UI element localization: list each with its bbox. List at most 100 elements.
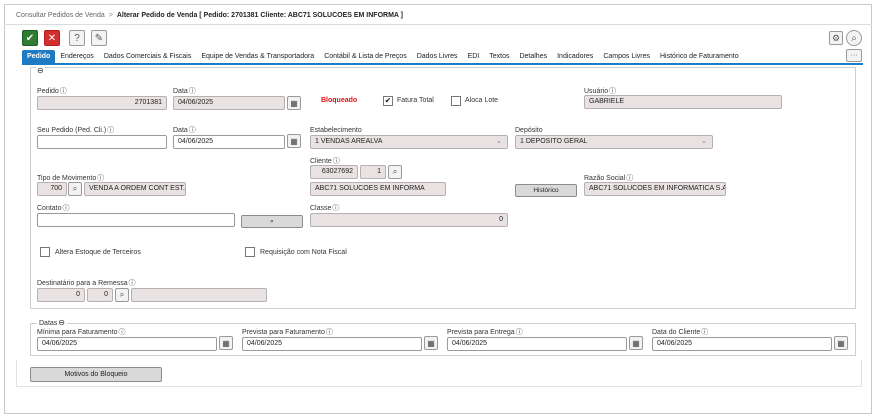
footer-panel [16, 360, 862, 387]
data-label: Dataⓘ [173, 88, 196, 95]
destinatario-desc-field[interactable] [131, 288, 267, 302]
requisicao-nf-label: Requisição com Nota Fiscal [260, 249, 347, 256]
wrench-icon: ✎ [94, 32, 104, 44]
calendar-icon: ▦ [427, 338, 435, 348]
calendar-button[interactable]: ▦ [424, 336, 438, 350]
confirm-button[interactable]: ✔ [22, 30, 38, 46]
calendar-icon: ▦ [632, 338, 640, 348]
tipo-movimento-search-button[interactable]: ⌕ [68, 182, 82, 196]
tab-textos[interactable]: Textos [484, 50, 514, 63]
check-icon: ✔ [25, 32, 35, 44]
data-field[interactable]: 04/06/2025 [173, 96, 285, 110]
help-button[interactable]: ? [69, 30, 85, 46]
header-divider [4, 24, 872, 25]
aloca-lote-label: Aloca Lote [465, 97, 499, 104]
info-icon: ⓘ [107, 127, 115, 134]
data-minima-field[interactable]: 04/06/2025 [37, 337, 217, 351]
tab-edi[interactable]: EDI [463, 50, 485, 63]
tab-pedido[interactable]: Pedido [22, 50, 56, 63]
contato-search-button[interactable]: ⌕ [241, 215, 303, 228]
calendar-button[interactable]: ▦ [287, 134, 301, 148]
info-icon: ⓘ [332, 158, 340, 165]
tab-dados-comerciais[interactable]: Dados Comerciais & Fiscais [99, 50, 197, 63]
settings-button[interactable]: ⚙ [829, 31, 843, 45]
search-icon: ⌕ [851, 32, 857, 44]
breadcrumb-parent[interactable]: Consultar Pedidos de Venda [16, 12, 105, 19]
search-icon: ⌕ [270, 218, 274, 225]
destinatario-code1-field[interactable]: 0 [37, 288, 85, 302]
info-icon: ⓘ [515, 329, 523, 336]
destinatario-code2-field[interactable]: 0 [87, 288, 113, 302]
deposito-select[interactable]: 1 DEPOSITO GERAL ⌄ [515, 135, 713, 149]
info-icon: ⓘ [701, 329, 709, 336]
minus-circle-icon: ⊖ [58, 318, 65, 327]
search-icon: ⌕ [119, 290, 125, 299]
tab-indicadores[interactable]: Indicadores [552, 50, 598, 63]
more-options-button[interactable]: ··· [846, 49, 862, 62]
classe-field[interactable]: 0 [310, 213, 508, 227]
breadcrumb-separator: > [108, 12, 113, 19]
cliente-name-field[interactable]: ABC71 SOLUCOES EM INFORMA [310, 182, 446, 196]
info-icon: ⓘ [626, 175, 634, 182]
data-cliente-field[interactable]: 04/06/2025 [652, 337, 832, 351]
seu-pedido-field[interactable] [37, 135, 167, 149]
info-icon: ⓘ [188, 88, 196, 95]
data-field[interactable]: 04/06/2025 [173, 135, 285, 149]
blocked-status: Bloqueado [321, 97, 358, 104]
info-icon: ⓘ [325, 329, 333, 336]
search-button[interactable]: ⌕ [846, 30, 862, 46]
info-icon: ⓘ [188, 127, 196, 134]
cancel-button[interactable]: ✕ [44, 30, 60, 46]
fatura-total-checkbox[interactable]: ✔ [383, 96, 393, 106]
historico-button[interactable]: Histórico [515, 184, 577, 197]
tab-bar: Pedido Endereços Dados Comerciais & Fisc… [22, 50, 744, 63]
calendar-button[interactable]: ▦ [219, 336, 233, 350]
tab-equipe-vendas[interactable]: Equipe de Vendas & Transportadora [196, 50, 319, 63]
collapse-toggle[interactable]: ⊖ [36, 66, 45, 75]
help-icon: ? [74, 32, 80, 44]
data-label: Dataⓘ [173, 127, 196, 134]
tab-historico-faturamento[interactable]: Histórico de Faturamento [655, 50, 744, 63]
calendar-button[interactable]: ▦ [287, 96, 301, 110]
contato-field[interactable] [37, 213, 235, 227]
tab-campos-livres[interactable]: Campos Livres [598, 50, 655, 63]
altera-estoque-checkbox[interactable] [40, 247, 50, 257]
info-icon: ⓘ [332, 205, 340, 212]
calendar-button[interactable]: ▦ [629, 336, 643, 350]
aloca-lote-checkbox[interactable] [451, 96, 461, 106]
tipo-movimento-desc-field[interactable]: VENDA A ORDEM CONT EST.3. [84, 182, 186, 196]
pedido-field[interactable]: 2701381 [37, 96, 167, 110]
tools-button[interactable]: ✎ [91, 30, 107, 46]
tab-underline [22, 63, 863, 65]
altera-estoque-label: Altera Estoque de Terceiros [55, 249, 141, 256]
contato-label: Contatoⓘ [37, 205, 70, 212]
info-icon: ⓘ [118, 329, 126, 336]
tab-contabil[interactable]: Contábil & Lista de Preços [319, 50, 412, 63]
data-cliente-label: Data do Clienteⓘ [652, 329, 709, 336]
data-minima-label: Mínima para Faturamentoⓘ [37, 329, 126, 336]
prev-faturamento-label: Prevista para Faturamentoⓘ [242, 329, 333, 336]
tab-enderecos[interactable]: Endereços [55, 50, 98, 63]
breadcrumb: Consultar Pedidos de Venda > Alterar Pedid… [16, 12, 403, 19]
prev-faturamento-field[interactable]: 04/06/2025 [242, 337, 422, 351]
fatura-total-label: Fatura Total [397, 97, 434, 104]
info-icon: ⓘ [128, 280, 136, 287]
calendar-button[interactable]: ▦ [834, 336, 848, 350]
tipo-movimento-code-field[interactable]: 700 [37, 182, 67, 196]
requisicao-nf-checkbox[interactable] [245, 247, 255, 257]
cliente-search-button[interactable]: ⌕ [388, 165, 402, 179]
destinatario-label: Destinatário para a Remessaⓘ [37, 280, 136, 287]
chevron-down-icon: ⌄ [701, 138, 707, 145]
razao-social-field[interactable]: ABC71 SOLUCOES EM INFORMATICA S.A. [584, 182, 726, 196]
chevron-down-icon: ⌄ [496, 138, 502, 145]
tab-detalhes[interactable]: Detalhes [514, 50, 552, 63]
estabelecimento-select[interactable]: 1 VENDAS AREALVA ⌄ [310, 135, 508, 149]
checkmark-icon: ✔ [384, 96, 392, 105]
usuario-field[interactable]: GABRIELE [584, 95, 782, 109]
destinatario-search-button[interactable]: ⌕ [115, 288, 129, 302]
tab-dados-livres[interactable]: Dados Livres [412, 50, 463, 63]
cliente-code-field[interactable]: 63027692 [310, 165, 358, 179]
prev-entrega-field[interactable]: 04/06/2025 [447, 337, 627, 351]
cliente-seq-field[interactable]: 1 [360, 165, 386, 179]
gear-icon: ⚙ [831, 32, 841, 43]
